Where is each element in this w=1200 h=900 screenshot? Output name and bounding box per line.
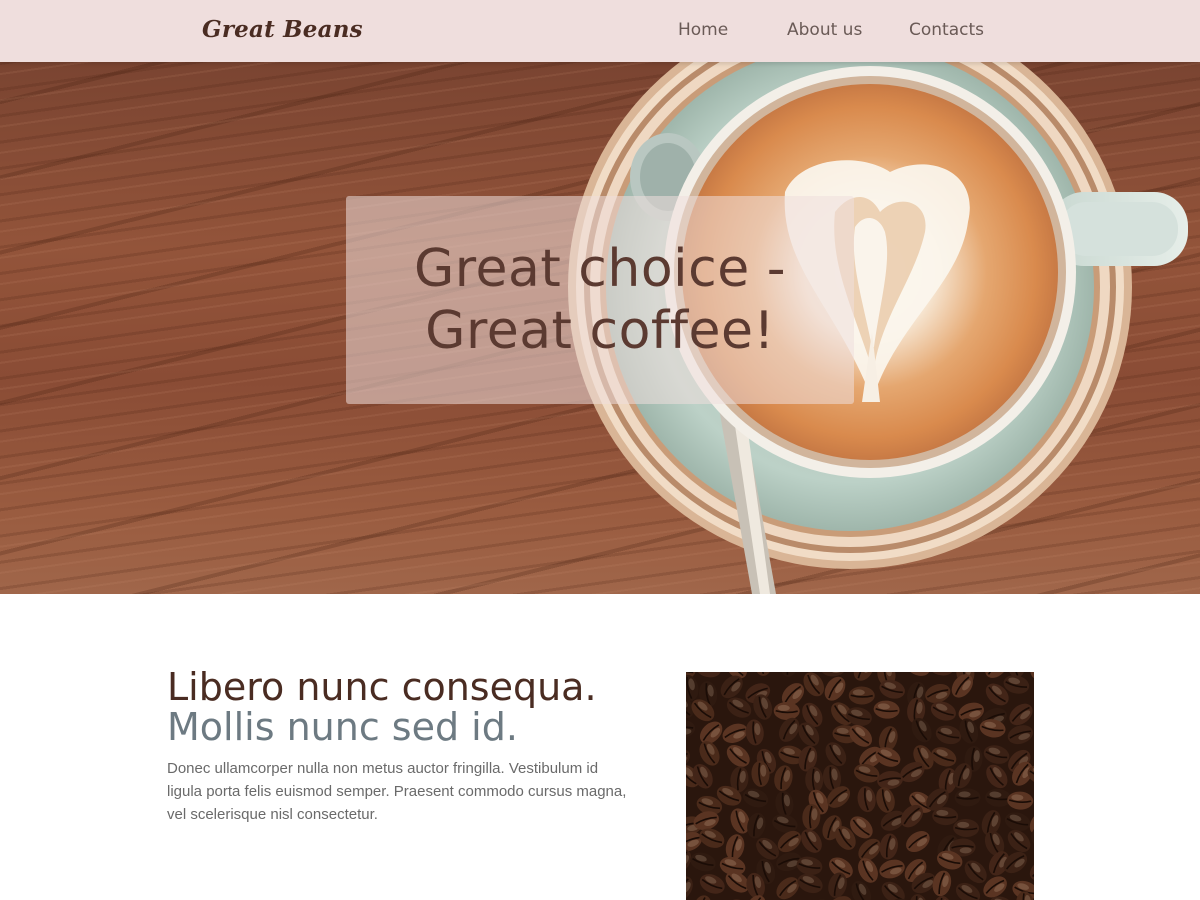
hero-title-line-1: Great choice -: [414, 239, 786, 299]
nav-link-about-us[interactable]: About us: [787, 20, 862, 40]
nav-link-home[interactable]: Home: [678, 20, 728, 40]
hero-title-panel: Great choice - Great coffee!: [346, 196, 854, 404]
hero-title: Great choice - Great coffee!: [414, 238, 786, 362]
brand-logo[interactable]: Great Beans: [202, 16, 363, 43]
navbar: Great Beans Home About us Contacts: [0, 0, 1200, 62]
coffee-beans-image: [686, 672, 1034, 900]
feature-title: Libero nunc consequa. Mollis nunc sed id…: [167, 667, 597, 747]
nav-link-contacts[interactable]: Contacts: [909, 20, 984, 40]
feature-text: Donec ullamcorper nulla non metus auctor…: [167, 760, 627, 823]
feature-title-line-1: Libero nunc consequa.: [167, 665, 597, 709]
hero-title-line-2: Great coffee!: [425, 301, 775, 361]
feature-title-line-2: Mollis nunc sed id.: [167, 705, 518, 749]
hero-section: Great choice - Great coffee!: [0, 62, 1200, 594]
